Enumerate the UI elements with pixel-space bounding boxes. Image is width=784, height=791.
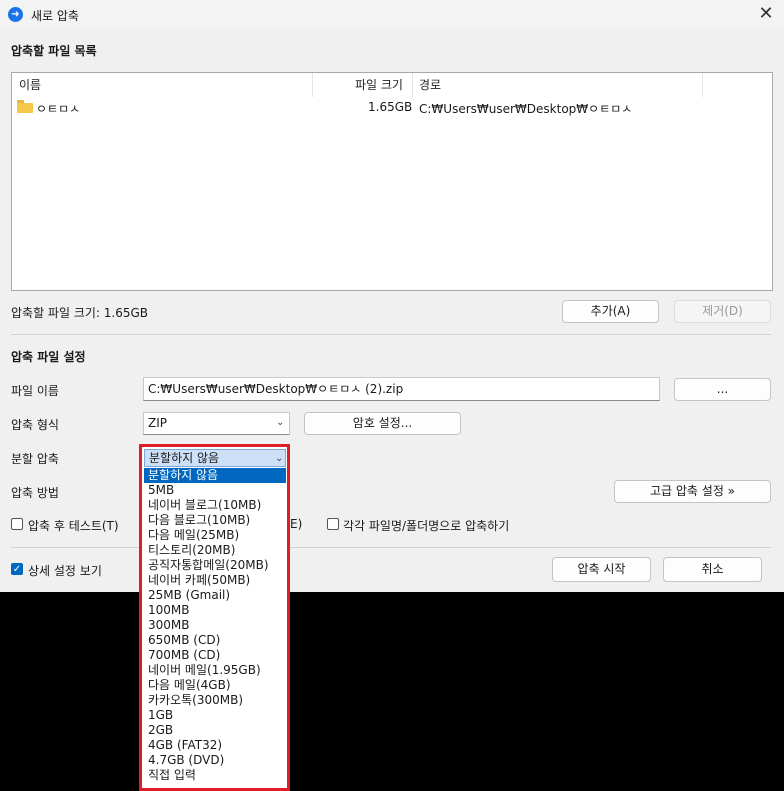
close-icon[interactable]: ✕: [752, 3, 780, 25]
column-divider[interactable]: [312, 73, 313, 97]
column-header-path[interactable]: 경로: [419, 73, 441, 97]
column-divider[interactable]: [702, 73, 703, 97]
split-option[interactable]: 100MB: [144, 603, 286, 618]
split-option[interactable]: 2GB: [144, 723, 286, 738]
remove-button[interactable]: 제거(D): [674, 300, 771, 323]
split-option[interactable]: 네이버 블로그(10MB): [144, 498, 286, 513]
format-label: 압축 형식: [11, 418, 59, 432]
settings-title: 압축 파일 설정: [11, 350, 86, 364]
window-title: 새로 압축: [31, 9, 79, 23]
partial-option-label: E): [290, 517, 303, 531]
total-size-label: 압축할 파일 크기: 1.65GB: [11, 306, 149, 320]
split-option[interactable]: 티스토리(20MB): [144, 543, 286, 558]
details-checkbox[interactable]: ✓: [11, 563, 23, 575]
file-list-title: 압축할 파일 목록: [11, 44, 97, 58]
filename-label: 파일 이름: [11, 384, 59, 398]
advanced-settings-button[interactable]: 고급 압축 설정 »: [614, 480, 771, 503]
split-dropdown-highlight: 분할하지 않음 ⌄ 분할하지 않음 5MB 네이버 블로그(10MB) 다음 블로그(…: [139, 444, 290, 791]
format-value: ZIP: [148, 416, 167, 430]
format-select[interactable]: ZIP: [143, 412, 290, 435]
column-header-name[interactable]: 이름: [19, 73, 41, 97]
folder-icon: [17, 100, 33, 113]
column-divider[interactable]: [412, 73, 413, 97]
split-option[interactable]: 네이버 메일(1.95GB): [144, 663, 286, 678]
split-option[interactable]: 4GB (FAT32): [144, 738, 286, 753]
add-button[interactable]: 추가(A): [562, 300, 659, 323]
split-selected-value: 분할하지 않음: [149, 451, 220, 465]
password-button[interactable]: 암호 설정...: [304, 412, 461, 435]
title-bar: ➜ 새로 압축 ✕: [0, 0, 784, 30]
split-option[interactable]: 카카오톡(300MB): [144, 693, 286, 708]
file-name: ㅇㅌㅁㅅ: [36, 102, 81, 116]
column-header-size[interactable]: 파일 크기: [355, 73, 403, 97]
divider: [11, 334, 771, 335]
split-option[interactable]: 네이버 카페(50MB): [144, 573, 286, 588]
test-checkbox[interactable]: [11, 518, 23, 530]
start-compress-button[interactable]: 압축 시작: [552, 557, 651, 582]
split-option[interactable]: 분할하지 않음: [144, 468, 286, 483]
divider: [11, 547, 771, 548]
split-select[interactable]: 분할하지 않음 ⌄: [144, 449, 286, 467]
split-option[interactable]: 다음 메일(25MB): [144, 528, 286, 543]
split-option[interactable]: 1GB: [144, 708, 286, 723]
each-name-checkbox[interactable]: [327, 518, 339, 530]
split-option[interactable]: 25MB (Gmail): [144, 588, 286, 603]
details-checkbox-label[interactable]: 상세 설정 보기: [28, 562, 102, 579]
method-label: 압축 방법: [11, 486, 59, 500]
file-path: C:₩Users₩user₩Desktop₩ㅇㅌㅁㅅ: [419, 102, 633, 116]
file-list[interactable]: 이름 파일 크기 경로 ㅇㅌㅁㅅ 1.65GB C:₩Users₩user₩De…: [11, 72, 773, 291]
split-option[interactable]: 5MB: [144, 483, 286, 498]
test-checkbox-label[interactable]: 압축 후 테스트(T): [28, 517, 119, 534]
split-options-list[interactable]: 분할하지 않음 5MB 네이버 블로그(10MB) 다음 블로그(10MB) 다음 메일…: [144, 468, 286, 783]
app-icon: ➜: [8, 7, 23, 22]
compress-dialog: ➜ 새로 압축 ✕ 압축할 파일 목록 이름 파일 크기 경로 ㅇㅌㅁㅅ 1.6…: [0, 0, 784, 592]
split-label: 분할 압축: [11, 452, 59, 466]
filename-input[interactable]: C:₩Users₩user₩Desktop₩ㅇㅌㅁㅅ (2).zip: [143, 377, 660, 401]
browse-button[interactable]: ...: [674, 378, 771, 401]
split-option[interactable]: 다음 블로그(10MB): [144, 513, 286, 528]
split-option[interactable]: 공직자통합메일(20MB): [144, 558, 286, 573]
cancel-button[interactable]: 취소: [663, 557, 762, 582]
chevron-down-icon[interactable]: ⌄: [275, 451, 283, 467]
split-option[interactable]: 300MB: [144, 618, 286, 633]
split-option[interactable]: 직접 입력: [144, 768, 286, 783]
split-option[interactable]: 4.7GB (DVD): [144, 753, 286, 768]
file-size: 1.65GB: [368, 100, 413, 114]
chevron-down-icon[interactable]: ⌄: [276, 417, 284, 428]
split-option[interactable]: 700MB (CD): [144, 648, 286, 663]
each-name-checkbox-label[interactable]: 각각 파일명/폴더명으로 압축하기: [343, 517, 509, 534]
split-option[interactable]: 다음 메일(4GB): [144, 678, 286, 693]
split-option[interactable]: 650MB (CD): [144, 633, 286, 648]
table-row[interactable]: ㅇㅌㅁㅅ 1.65GB C:₩Users₩user₩Desktop₩ㅇㅌㅁㅅ: [12, 98, 772, 118]
